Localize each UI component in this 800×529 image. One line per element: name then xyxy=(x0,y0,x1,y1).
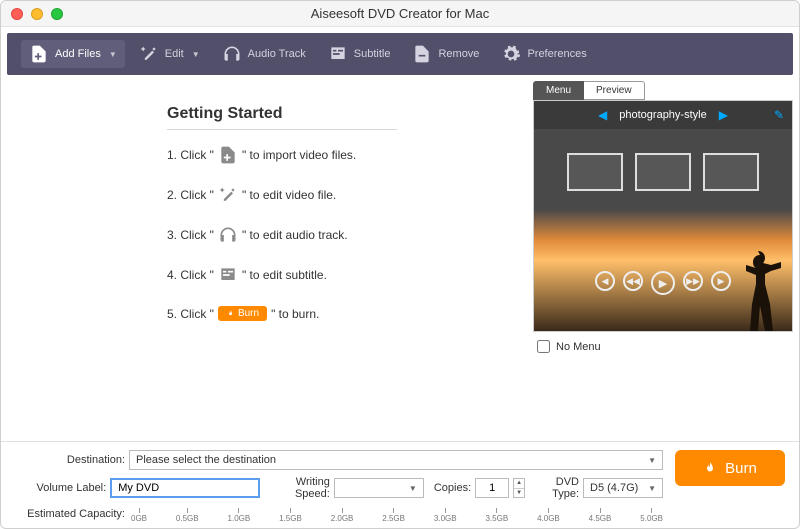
stepper-down-icon[interactable]: ▼ xyxy=(514,489,524,498)
volume-label-input[interactable] xyxy=(110,478,260,498)
writing-speed-select[interactable]: ▼ xyxy=(334,478,424,498)
template-selector: ◀ photography-style ▶ ✎ xyxy=(534,101,792,129)
no-menu-label: No Menu xyxy=(556,341,601,353)
template-next-icon[interactable]: ▶ xyxy=(719,108,728,122)
step-1: 1. Click " " to import video files. xyxy=(167,146,397,164)
remove-label: Remove xyxy=(438,48,479,60)
remove-button[interactable]: Remove xyxy=(404,40,487,68)
add-files-button[interactable]: Add Files ▼ xyxy=(21,40,125,68)
window-title: Aiseesoft DVD Creator for Mac xyxy=(1,6,799,21)
subtitle-icon xyxy=(218,266,238,284)
copies-input[interactable] xyxy=(475,478,509,498)
thumb-slot xyxy=(567,153,623,191)
add-files-icon xyxy=(218,146,238,164)
flame-icon xyxy=(703,460,717,476)
subtitle-icon xyxy=(328,44,348,64)
preferences-label: Preferences xyxy=(527,48,586,60)
prev-button[interactable]: ◀ xyxy=(595,271,615,291)
menu-template-preview[interactable]: ◀ ◀◀ ▶ ▶▶ ▶ xyxy=(534,129,792,331)
burn-button-label: Burn xyxy=(725,460,757,477)
capacity-tick: 3.0GB xyxy=(434,508,457,523)
capacity-tick: 5.0GB xyxy=(640,508,663,523)
chevron-down-icon: ▼ xyxy=(648,484,656,493)
play-button[interactable]: ▶ xyxy=(651,271,675,295)
preview-pane: Menu Preview ◀ photography-style ▶ ✎ xyxy=(533,81,793,441)
volume-label-label: Volume Label: xyxy=(15,482,106,494)
subtitle-button[interactable]: Subtitle xyxy=(320,40,399,68)
titlebar: Aiseesoft DVD Creator for Mac xyxy=(1,1,799,27)
tab-preview[interactable]: Preview xyxy=(584,81,645,100)
wand-icon xyxy=(218,186,238,204)
capacity-tick: 0GB xyxy=(131,508,147,523)
capacity-tick: 3.5GB xyxy=(485,508,508,523)
edit-label: Edit xyxy=(165,48,184,60)
no-menu-option[interactable]: No Menu xyxy=(533,332,793,361)
audio-track-label: Audio Track xyxy=(248,48,306,60)
step-3: 3. Click " " to edit audio track. xyxy=(167,226,397,244)
forward-button[interactable]: ▶▶ xyxy=(683,271,703,291)
capacity-tick: 0.5GB xyxy=(176,508,199,523)
dvd-type-select[interactable]: D5 (4.7G) ▼ xyxy=(583,478,663,498)
thumb-slot xyxy=(703,153,759,191)
preview-tabs: Menu Preview xyxy=(533,81,793,100)
add-files-label: Add Files xyxy=(55,48,101,60)
capacity-tick: 2.5GB xyxy=(382,508,405,523)
main-toolbar: Add Files ▼ Edit ▼ Audio Track Subtitle … xyxy=(7,33,793,75)
capacity-tick: 1.0GB xyxy=(228,508,251,523)
stepper-up-icon[interactable]: ▲ xyxy=(514,479,524,489)
capacity-tick: 2.0GB xyxy=(331,508,354,523)
headphones-icon xyxy=(218,226,238,244)
remove-icon xyxy=(412,44,432,64)
flame-icon xyxy=(226,309,235,319)
destination-label: Destination: xyxy=(15,454,125,466)
step-2: 2. Click " " to edit video file. xyxy=(167,186,397,204)
burn-button[interactable]: Burn xyxy=(675,450,785,486)
tab-menu[interactable]: Menu xyxy=(533,81,584,100)
bottom-panel: Destination: Please select the destinati… xyxy=(1,441,799,528)
no-menu-checkbox[interactable] xyxy=(537,340,550,353)
chevron-down-icon: ▼ xyxy=(648,456,656,465)
template-name: photography-style xyxy=(619,109,706,121)
destination-select[interactable]: Please select the destination ▼ xyxy=(129,450,663,470)
template-thumbs xyxy=(534,153,792,191)
add-files-icon xyxy=(29,44,49,64)
chevron-down-icon: ▼ xyxy=(409,484,417,493)
getting-started-pane: Getting Started 1. Click " " to import v… xyxy=(7,81,527,441)
burn-pill-sample: Burn xyxy=(218,306,267,321)
menu-preview-box: ◀ photography-style ▶ ✎ ◀ ◀◀ ▶ ▶ xyxy=(533,100,793,332)
rewind-button[interactable]: ◀◀ xyxy=(623,271,643,291)
subtitle-label: Subtitle xyxy=(354,48,391,60)
writing-speed-label: Writing Speed: xyxy=(270,476,330,500)
gear-icon xyxy=(501,44,521,64)
audio-track-button[interactable]: Audio Track xyxy=(214,40,314,68)
app-window: Aiseesoft DVD Creator for Mac Add Files … xyxy=(0,0,800,529)
template-prev-icon[interactable]: ◀ xyxy=(598,108,607,122)
headphones-icon xyxy=(222,44,242,64)
chevron-down-icon: ▼ xyxy=(192,50,200,59)
capacity-meter: 0GB 0.5GB 1.0GB 1.5GB 2.0GB 2.5GB 3.0GB 3.5GB 4.… xyxy=(131,508,663,522)
capacity-tick: 1.5GB xyxy=(279,508,302,523)
chevron-down-icon: ▼ xyxy=(109,50,117,59)
estimated-capacity-label: Estimated Capacity: xyxy=(15,508,125,520)
content-area: Getting Started 1. Click " " to import v… xyxy=(1,81,799,441)
getting-started-heading: Getting Started xyxy=(167,105,397,130)
wand-icon xyxy=(139,44,159,64)
dvd-type-label: DVD Type: xyxy=(535,476,579,500)
copies-stepper[interactable]: ▲▼ xyxy=(513,478,525,498)
capacity-tick: 4.0GB xyxy=(537,508,560,523)
photographer-silhouette xyxy=(728,231,788,331)
capacity-tick: 4.5GB xyxy=(589,508,612,523)
copies-label: Copies: xyxy=(434,482,471,494)
step-5: 5. Click " Burn " to burn. xyxy=(167,306,397,321)
step-4: 4. Click " " to edit subtitle. xyxy=(167,266,397,284)
thumb-slot xyxy=(635,153,691,191)
edit-template-icon[interactable]: ✎ xyxy=(774,108,784,122)
preferences-button[interactable]: Preferences xyxy=(493,40,594,68)
edit-button[interactable]: Edit ▼ xyxy=(131,40,208,68)
